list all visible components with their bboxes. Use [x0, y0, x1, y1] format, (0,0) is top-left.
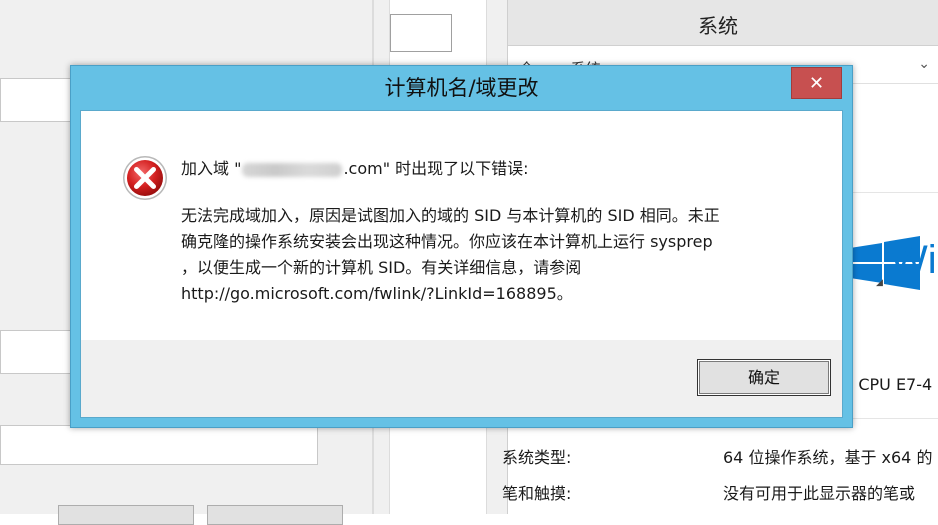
ok-button[interactable]: 确定 — [697, 359, 831, 396]
dialog-title: 计算机名/域更改 — [384, 76, 539, 100]
small-arrow-icon: ◢ — [876, 278, 883, 288]
heading-prefix: 加入域 " — [181, 159, 242, 178]
row-value-system-type: 64 位操作系统，基于 x64 的 — [723, 448, 933, 467]
redacted-domain — [242, 162, 343, 177]
heading-suffix: .com" 时出现了以下错误: — [343, 159, 529, 178]
system-title: 系统 — [698, 14, 738, 38]
middle-field[interactable] — [390, 14, 452, 52]
error-dialog: 计算机名/域更改 ✕ 加入域 " .com" 时出现了以下错误: 无法完成域加入… — [70, 65, 853, 428]
left-button-1[interactable] — [58, 505, 194, 525]
row-label-pen-touch: 笔和触摸: — [502, 484, 572, 503]
left-button-2[interactable] — [207, 505, 343, 525]
message-line: 确克隆的操作系统安装会出现这种情况。你应该在本计算机上运行 sysprep — [181, 232, 713, 251]
windows-logo-text: Wir — [890, 238, 938, 282]
left-field-3[interactable] — [0, 425, 318, 465]
error-icon — [123, 156, 167, 200]
dialog-client-area: 加入域 " .com" 时出现了以下错误: 无法完成域加入，原因是试图加入的域的 … — [80, 110, 843, 418]
cpu-value: ) CPU E7-4 — [847, 375, 933, 394]
close-icon: ✕ — [808, 72, 825, 94]
error-heading: 加入域 " .com" 时出现了以下错误: — [181, 155, 529, 179]
row-label-system-type: 系统类型: — [502, 448, 572, 467]
message-line: ，以便生成一个新的计算机 SID。有关详细信息，请参阅 — [181, 258, 582, 277]
message-area: 加入域 " .com" 时出现了以下错误: 无法完成域加入，原因是试图加入的域的 … — [81, 111, 842, 340]
row-value-pen-touch: 没有可用于此显示器的笔或 — [723, 484, 916, 503]
dialog-footer: 确定 — [81, 340, 842, 417]
error-message-body: 无法完成域加入，原因是试图加入的域的 SID 与本计算机的 SID 相同。未正 … — [181, 203, 791, 307]
system-titlebar: 系统 — [508, 0, 938, 46]
message-line: 无法完成域加入，原因是试图加入的域的 SID 与本计算机的 SID 相同。未正 — [181, 206, 720, 225]
address-dropdown-icon[interactable]: ⌄ — [918, 56, 930, 72]
close-button[interactable]: ✕ — [791, 67, 842, 99]
message-line: http://go.microsoft.com/fwlink/?LinkId=1… — [181, 284, 573, 303]
